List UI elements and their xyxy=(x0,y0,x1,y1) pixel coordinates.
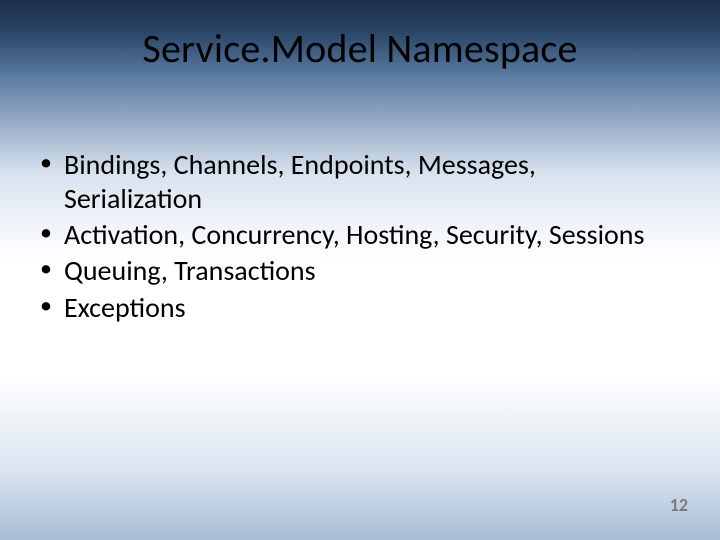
bullet-list: Bindings, Channels, Endpoints, Messages,… xyxy=(36,148,680,325)
list-item: Activation, Concurrency, Hosting, Securi… xyxy=(36,218,680,252)
slide: Service.Model Namespace Bindings, Channe… xyxy=(0,0,720,540)
list-item: Queuing, Transactions xyxy=(36,254,680,288)
list-item: Exceptions xyxy=(36,291,680,325)
list-item: Bindings, Channels, Endpoints, Messages,… xyxy=(36,148,680,216)
slide-title: Service.Model Namespace xyxy=(0,24,720,73)
page-number: 12 xyxy=(670,494,688,516)
slide-content: Bindings, Channels, Endpoints, Messages,… xyxy=(36,148,680,327)
